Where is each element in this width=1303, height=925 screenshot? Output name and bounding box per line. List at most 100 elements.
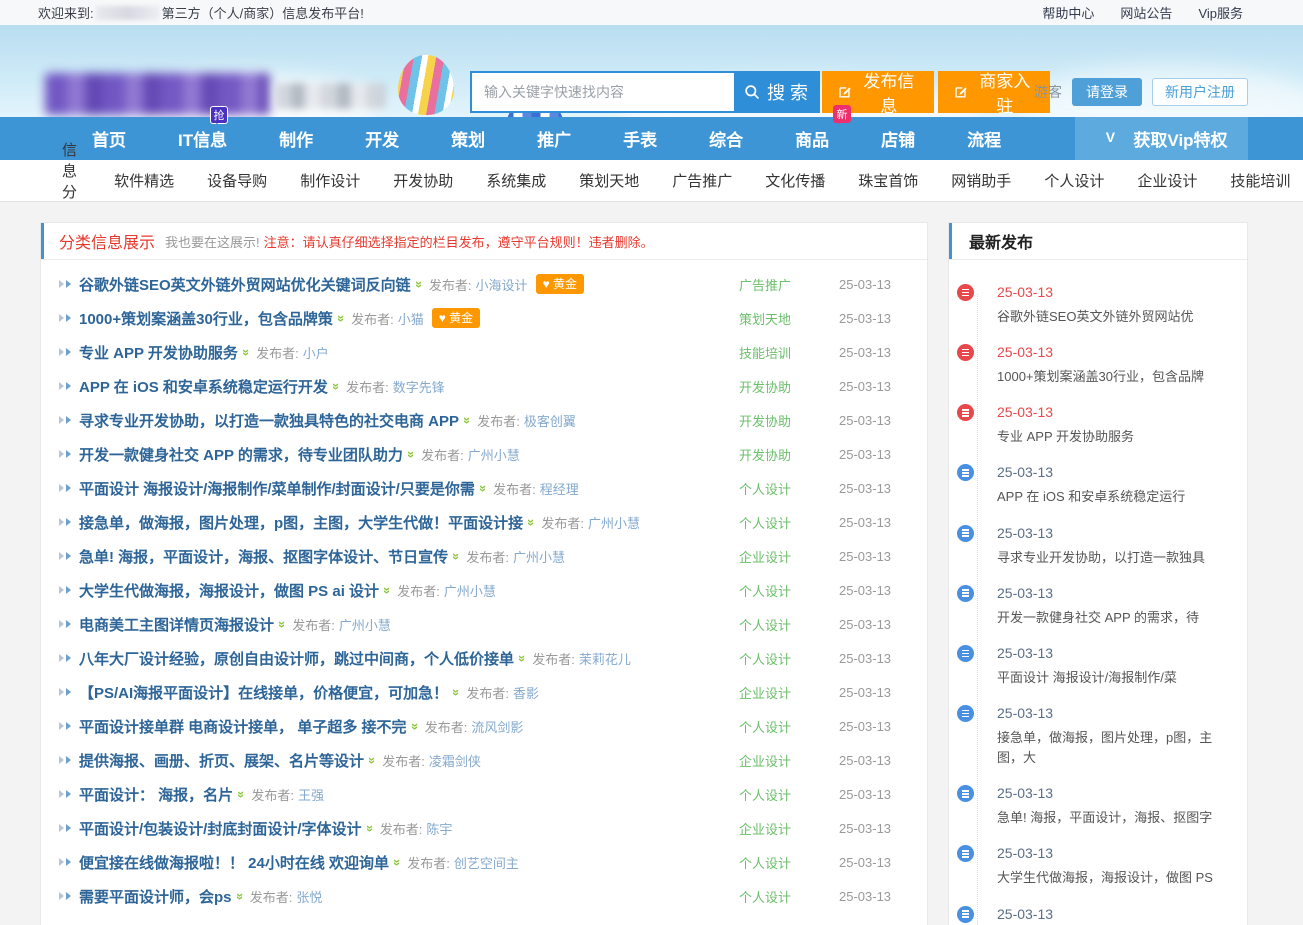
category-link[interactable]: 制作设计: [300, 170, 360, 191]
listing-item-title[interactable]: 专业 APP 开发协助服务: [79, 342, 238, 363]
listing-item-title[interactable]: 平面设计接单群 电商设计接单， 单子超多 接不完: [79, 716, 407, 737]
publisher-name[interactable]: 极客创翼: [524, 411, 576, 430]
listing-item-category[interactable]: 企业设计: [739, 751, 839, 770]
listing-item-category[interactable]: 企业设计: [739, 547, 839, 566]
listing-item-title[interactable]: 寻求专业开发协助，以打造一款独具特色的社交电商 APP: [79, 410, 459, 431]
category-link[interactable]: 设备导购: [207, 170, 267, 191]
publisher-name[interactable]: 小猫: [398, 309, 424, 328]
publisher-name[interactable]: 小海设计: [476, 275, 528, 294]
category-link[interactable]: 网销助手: [951, 170, 1011, 191]
publisher-name[interactable]: 小户: [303, 343, 329, 362]
topbar-link[interactable]: Vip服务: [1198, 3, 1243, 22]
listing-item-title[interactable]: 大学生代做海报，海报设计，做图 PS ai 设计: [79, 580, 379, 601]
listing-item-category[interactable]: 个人设计: [739, 853, 839, 872]
category-link[interactable]: 珠宝首饰: [858, 170, 918, 191]
listing-item-category[interactable]: 个人设计: [739, 479, 839, 498]
category-link[interactable]: 企业设计: [1137, 170, 1197, 191]
listing-item-title[interactable]: 平面设计/包装设计/封底封面设计/字体设计: [79, 818, 362, 839]
category-link[interactable]: 软件精选: [114, 170, 174, 191]
nav-item[interactable]: 手表: [606, 126, 674, 151]
listing-item-title[interactable]: 【PS/AI海报平面设计】在线接单，价格便宜，可加急！: [79, 682, 448, 703]
nav-item[interactable]: 商品: [778, 126, 846, 151]
publisher-name[interactable]: 程经理: [540, 479, 579, 498]
listing-item-title[interactable]: 1000+策划案涵盖30行业，包含品牌策: [79, 308, 333, 329]
listing-item-title[interactable]: APP 在 iOS 和安卓系统稳定运行开发: [79, 376, 328, 397]
post-title[interactable]: 平面设计 海报设计/海报制作/菜: [997, 668, 1235, 688]
publisher-name[interactable]: 茉莉花儿: [579, 649, 631, 668]
listing-item-title[interactable]: 电商美工主图详情页海报设计: [79, 614, 274, 635]
listing-item-category[interactable]: 企业设计: [739, 683, 839, 702]
category-link[interactable]: 广告推广: [672, 170, 732, 191]
publisher-name[interactable]: 创艺空间主: [454, 853, 519, 872]
publisher-name[interactable]: 广州小慧: [588, 513, 640, 532]
listing-item-category[interactable]: 个人设计: [739, 513, 839, 532]
listing-item-title[interactable]: 接急单，做海报，图片处理，p图，主图，大学生代做！平面设计接: [79, 512, 523, 533]
listing-item-title[interactable]: 谷歌外链SEO英文外链外贸网站优化关键词反向链: [79, 274, 411, 295]
nav-item[interactable]: 策划: [434, 126, 502, 151]
post-title[interactable]: 谷歌外链SEO英文外链外贸网站优: [997, 307, 1235, 327]
listing-item-title[interactable]: 急单! 海报，平面设计，海报、抠图字体设计、节日宣传: [79, 546, 448, 567]
publisher-name[interactable]: 陈宇: [426, 819, 452, 838]
publisher-name[interactable]: 流风剑影: [471, 717, 523, 736]
post-title[interactable]: 急单! 海报，平面设计，海报、抠图字: [997, 808, 1235, 828]
listing-item-category[interactable]: 个人设计: [739, 785, 839, 804]
listing-item-category[interactable]: 开发协助: [739, 445, 839, 464]
publisher-name[interactable]: 凌霜剑侠: [429, 751, 481, 770]
category-link[interactable]: 系统集成: [486, 170, 546, 191]
category-link[interactable]: 个人设计: [1044, 170, 1104, 191]
nav-item[interactable]: 推广: [520, 126, 588, 151]
publisher-name[interactable]: 张悦: [296, 887, 322, 906]
listing-item-category[interactable]: 技能培训: [739, 343, 839, 362]
listing-item-title[interactable]: 八年大厂设计经验，原创自由设计师，跳过中间商，个人低价接单: [79, 648, 514, 669]
nav-item[interactable]: 首页: [75, 126, 143, 151]
listing-item-title[interactable]: 便宜接在线做海报啦！！ 24小时在线 欢迎询单: [79, 852, 389, 873]
listing-item-category[interactable]: 企业设计: [739, 819, 839, 838]
topbar-link[interactable]: 帮助中心: [1042, 3, 1094, 22]
listing-item-category[interactable]: 广告推广: [739, 275, 839, 294]
post-title[interactable]: 大学生代做海报，海报设计，做图 PS: [997, 868, 1235, 888]
listing-item-category[interactable]: 个人设计: [739, 649, 839, 668]
publisher-name[interactable]: 广州小慧: [468, 445, 520, 464]
category-link[interactable]: 开发协助: [393, 170, 453, 191]
listing-item-category[interactable]: 个人设计: [739, 887, 839, 906]
publisher-name[interactable]: 香影: [513, 683, 539, 702]
listing-item-title[interactable]: 开发一款健身社交 APP 的需求，待专业团队助力: [79, 444, 403, 465]
nav-item[interactable]: 开发: [348, 126, 416, 151]
nav-item[interactable]: 综合: [692, 126, 760, 151]
listing-item-category[interactable]: 策划天地: [739, 309, 839, 328]
nav-item[interactable]: 店铺: [864, 126, 932, 151]
post-title[interactable]: 专业 APP 开发协助服务: [997, 427, 1235, 447]
nav-item[interactable]: IT信息: [161, 126, 244, 151]
post-title[interactable]: 寻求专业开发协助，以打造一款独具: [997, 548, 1235, 568]
publisher-name[interactable]: 数字先锋: [393, 377, 445, 396]
publisher-name[interactable]: 广州小慧: [444, 581, 496, 600]
search-input[interactable]: [472, 73, 734, 111]
nav-item[interactable]: 制作: [262, 126, 330, 151]
listing-item-title[interactable]: 提供海报、画册、折页、展架、名片等设计: [79, 750, 364, 771]
post-title[interactable]: APP 在 iOS 和安卓系统稳定运行: [997, 487, 1235, 507]
listing-item-title[interactable]: 需要平面设计师，会ps: [79, 886, 232, 907]
post-title[interactable]: 接急单，做海报，图片处理，p图，主图，大: [997, 728, 1235, 768]
category-link[interactable]: 文化传播: [765, 170, 825, 191]
publisher-name[interactable]: 广州小慧: [513, 547, 565, 566]
nav-item[interactable]: 流程: [950, 126, 1018, 151]
publisher-name[interactable]: 广州小慧: [339, 615, 391, 634]
listing-subtitle[interactable]: 我也要在这展示!: [165, 232, 260, 251]
topbar-link[interactable]: 网站公告: [1120, 3, 1172, 22]
register-button[interactable]: 新用户注册: [1152, 78, 1248, 106]
listing-item-title[interactable]: 平面设计： 海报，名片: [79, 784, 233, 805]
listing-item-category[interactable]: 个人设计: [739, 615, 839, 634]
post-title[interactable]: 开发一款健身社交 APP 的需求，待: [997, 608, 1235, 628]
post-title[interactable]: 1000+策划案涵盖30行业，包含品牌: [997, 367, 1235, 387]
listing-item-title[interactable]: 平面设计 海报设计/海报制作/菜单制作/封面设计/只要是你需: [79, 478, 475, 499]
category-link[interactable]: 技能培训: [1230, 170, 1290, 191]
vip-privilege-button[interactable]: V 获取Vip特权: [1075, 117, 1248, 160]
category-link[interactable]: 策划天地: [579, 170, 639, 191]
search-button[interactable]: 搜 索: [734, 73, 818, 111]
listing-item-category[interactable]: 开发协助: [739, 377, 839, 396]
login-button[interactable]: 请登录: [1072, 78, 1142, 106]
listing-item-category[interactable]: 个人设计: [739, 581, 839, 600]
publisher-name[interactable]: 王强: [298, 785, 324, 804]
listing-item-category[interactable]: 个人设计: [739, 717, 839, 736]
listing-item-category[interactable]: 开发协助: [739, 411, 839, 430]
